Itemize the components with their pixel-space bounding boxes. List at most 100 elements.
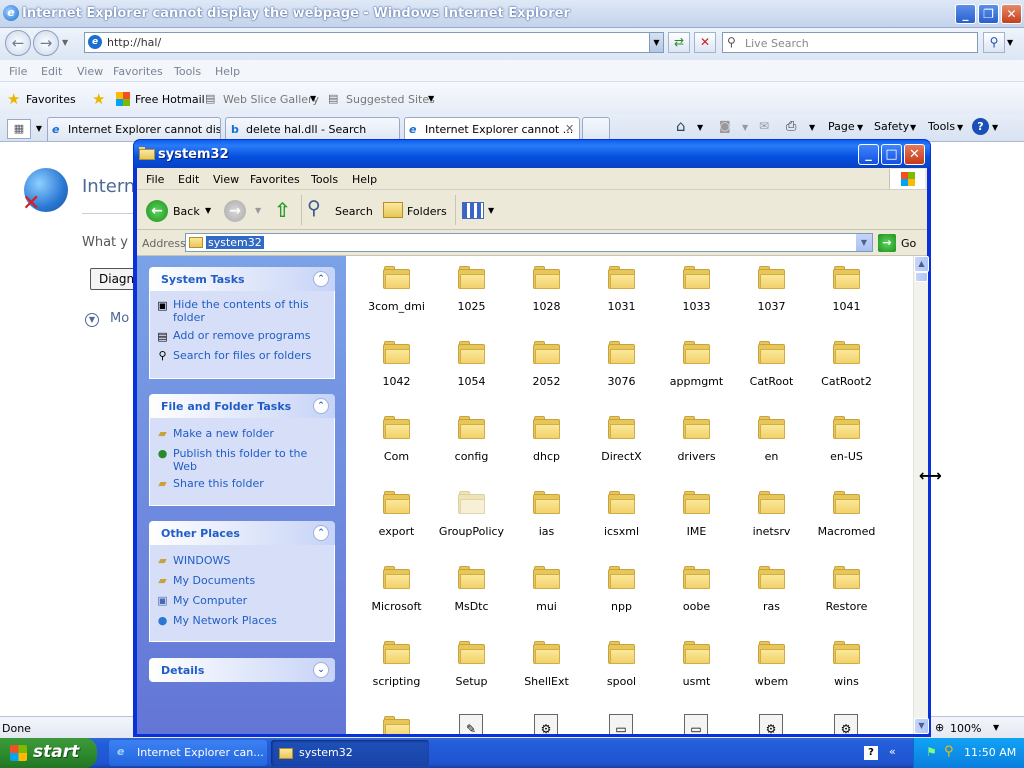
folder-item[interactable]: 1028 <box>509 260 584 335</box>
folder-item[interactable]: CatRoot2 <box>809 335 884 410</box>
read-mail-icon[interactable]: ✉ <box>759 119 769 133</box>
go-arrow-icon[interactable]: → <box>878 234 896 252</box>
collapse-chevron-icon[interactable]: ⌃ <box>313 398 329 414</box>
explorer-minimize-button[interactable]: _ <box>858 144 879 165</box>
folder-item[interactable]: MsDtc <box>434 560 509 635</box>
go-button[interactable]: Go <box>901 237 916 250</box>
folder-item[interactable]: ias <box>509 485 584 560</box>
forward-icon[interactable]: → <box>224 200 246 222</box>
fav-link-free-hotmail[interactable]: Free Hotmail <box>135 93 205 106</box>
hide-contents-link[interactable]: Hide the contents of this folder <box>173 298 323 324</box>
live-search-box[interactable]: ⚲ Live Search <box>722 32 978 53</box>
up-folder-icon[interactable]: ⇧ <box>274 198 291 222</box>
url-text[interactable]: http://hal/ <box>107 36 161 49</box>
fav-link-web-slice-gallery[interactable]: Web Slice Gallery <box>223 93 319 106</box>
tab-close-icon[interactable]: ✕ <box>565 122 574 135</box>
zoom-dropdown-icon[interactable]: ▼ <box>993 723 999 732</box>
scroll-thumb[interactable] <box>915 272 928 282</box>
tab-ie-error-2-active[interactable]: e Internet Explorer cannot ... ✕ <box>404 117 580 141</box>
forward-dropdown-icon[interactable]: ▼ <box>255 206 261 215</box>
folder-item[interactable]: config <box>434 410 509 485</box>
partial-file-item[interactable]: ⚙ <box>809 710 884 734</box>
place-my-computer-link[interactable]: My Computer <box>173 594 247 607</box>
tools-dropdown-icon[interactable]: ▼ <box>957 123 963 132</box>
safety-dropdown-icon[interactable]: ▼ <box>910 123 916 132</box>
ie-menu-edit[interactable]: Edit <box>41 65 62 78</box>
ie-menu-favorites[interactable]: Favorites <box>113 65 163 78</box>
folder-item[interactable]: dhcp <box>509 410 584 485</box>
make-new-folder-link[interactable]: Make a new folder <box>173 427 323 440</box>
folder-item[interactable]: Setup <box>434 635 509 710</box>
other-places-header[interactable]: Other Places ⌃ <box>149 521 335 545</box>
folder-item[interactable]: inetsrv <box>734 485 809 560</box>
ie-title-bar[interactable]: e Internet Explorer cannot display the w… <box>0 0 1024 28</box>
collapse-chevron-icon[interactable]: ⌃ <box>313 271 329 287</box>
suggested-sites-dropdown-icon[interactable]: ▼ <box>428 94 434 103</box>
page-menu[interactable]: Page <box>828 120 855 133</box>
folder-item[interactable]: Microsoft <box>359 560 434 635</box>
expand-more-icon[interactable]: ▼ <box>85 313 99 327</box>
folder-item[interactable]: 1033 <box>659 260 734 335</box>
home-icon[interactable]: ⌂ <box>676 117 686 135</box>
folder-item[interactable]: Macromed <box>809 485 884 560</box>
start-button[interactable]: start <box>0 738 97 768</box>
address-value-selected[interactable]: system32 <box>206 236 264 249</box>
back-icon[interactable]: ← <box>146 200 168 222</box>
search-tray-icon[interactable]: ⚲ <box>944 744 954 759</box>
explorer-maximize-button[interactable]: □ <box>881 144 902 165</box>
views-dropdown-icon[interactable]: ▼ <box>488 206 494 215</box>
folder-item[interactable]: CatRoot <box>734 335 809 410</box>
tray-expand-icon[interactable]: « <box>889 745 896 758</box>
tab-bing-search[interactable]: b delete hal.dll - Search <box>225 117 400 141</box>
feeds-icon[interactable]: ◙ <box>719 119 731 133</box>
folder-item[interactable]: mui <box>509 560 584 635</box>
scroll-down-icon[interactable]: ▼ <box>914 718 929 734</box>
folder-item[interactable]: GroupPolicy <box>434 485 509 560</box>
details-header[interactable]: Details ⌄ <box>149 658 335 682</box>
folders-icon[interactable] <box>383 202 403 218</box>
history-dropdown-icon[interactable]: ▼ <box>62 38 68 47</box>
zoom-level[interactable]: 100% <box>950 722 981 735</box>
share-folder-link[interactable]: Share this folder <box>173 477 323 490</box>
ie-close-button[interactable]: ✕ <box>1001 4 1022 24</box>
exp-menu-help[interactable]: Help <box>352 173 377 186</box>
partial-file-item[interactable]: ✎ <box>434 710 509 734</box>
add-remove-programs-link[interactable]: Add or remove programs <box>173 329 323 342</box>
url-dropdown-icon[interactable]: ▼ <box>649 33 663 52</box>
explorer-title-bar[interactable]: system32 _ □ ✕ <box>134 140 930 168</box>
more-info-link[interactable]: Mo <box>110 311 129 326</box>
exp-menu-edit[interactable]: Edit <box>178 173 199 186</box>
folder-item[interactable]: Restore <box>809 560 884 635</box>
collapse-chevron-icon[interactable]: ⌃ <box>313 525 329 541</box>
folder-item[interactable]: Com <box>359 410 434 485</box>
folder-item[interactable]: drivers <box>659 410 734 485</box>
tab-list-dropdown-icon[interactable]: ▼ <box>33 119 45 139</box>
folder-item[interactable]: 3076 <box>584 335 659 410</box>
views-icon[interactable] <box>462 202 484 219</box>
help-tray-icon[interactable]: ? <box>864 746 878 760</box>
ie-menu-file[interactable]: File <box>9 65 27 78</box>
print-dropdown-icon[interactable]: ▼ <box>809 123 815 132</box>
folder-item[interactable]: scripting <box>359 635 434 710</box>
folder-item[interactable]: icsxml <box>584 485 659 560</box>
safety-menu[interactable]: Safety <box>874 120 909 133</box>
back-dropdown-icon[interactable]: ▼ <box>205 206 211 215</box>
folder-item[interactable]: 1025 <box>434 260 509 335</box>
ie-menu-tools[interactable]: Tools <box>174 65 201 78</box>
partial-file-item[interactable]: ▭ <box>584 710 659 734</box>
place-my-documents-link[interactable]: My Documents <box>173 574 255 587</box>
partial-file-item[interactable]: ⚙ <box>509 710 584 734</box>
folder-item[interactable]: ShellExt <box>509 635 584 710</box>
explorer-address-field[interactable]: system32 ▼ <box>185 233 873 252</box>
feeds-dropdown-icon[interactable]: ▼ <box>742 123 748 132</box>
network-tray-icon[interactable]: ⚑ <box>926 745 937 759</box>
taskbar-item-system32[interactable]: system32 <box>271 740 429 766</box>
publish-web-link[interactable]: Publish this folder to the Web <box>173 447 323 473</box>
folder-item[interactable]: 1054 <box>434 335 509 410</box>
tab-ie-error-1[interactable]: e Internet Explorer cannot dis... <box>47 117 221 141</box>
ie-minimize-button[interactable]: _ <box>955 4 976 24</box>
folder-item[interactable]: appmgmt <box>659 335 734 410</box>
ie-menu-help[interactable]: Help <box>215 65 240 78</box>
help-icon[interactable]: ? <box>972 118 989 135</box>
folder-item[interactable]: en-US <box>809 410 884 485</box>
